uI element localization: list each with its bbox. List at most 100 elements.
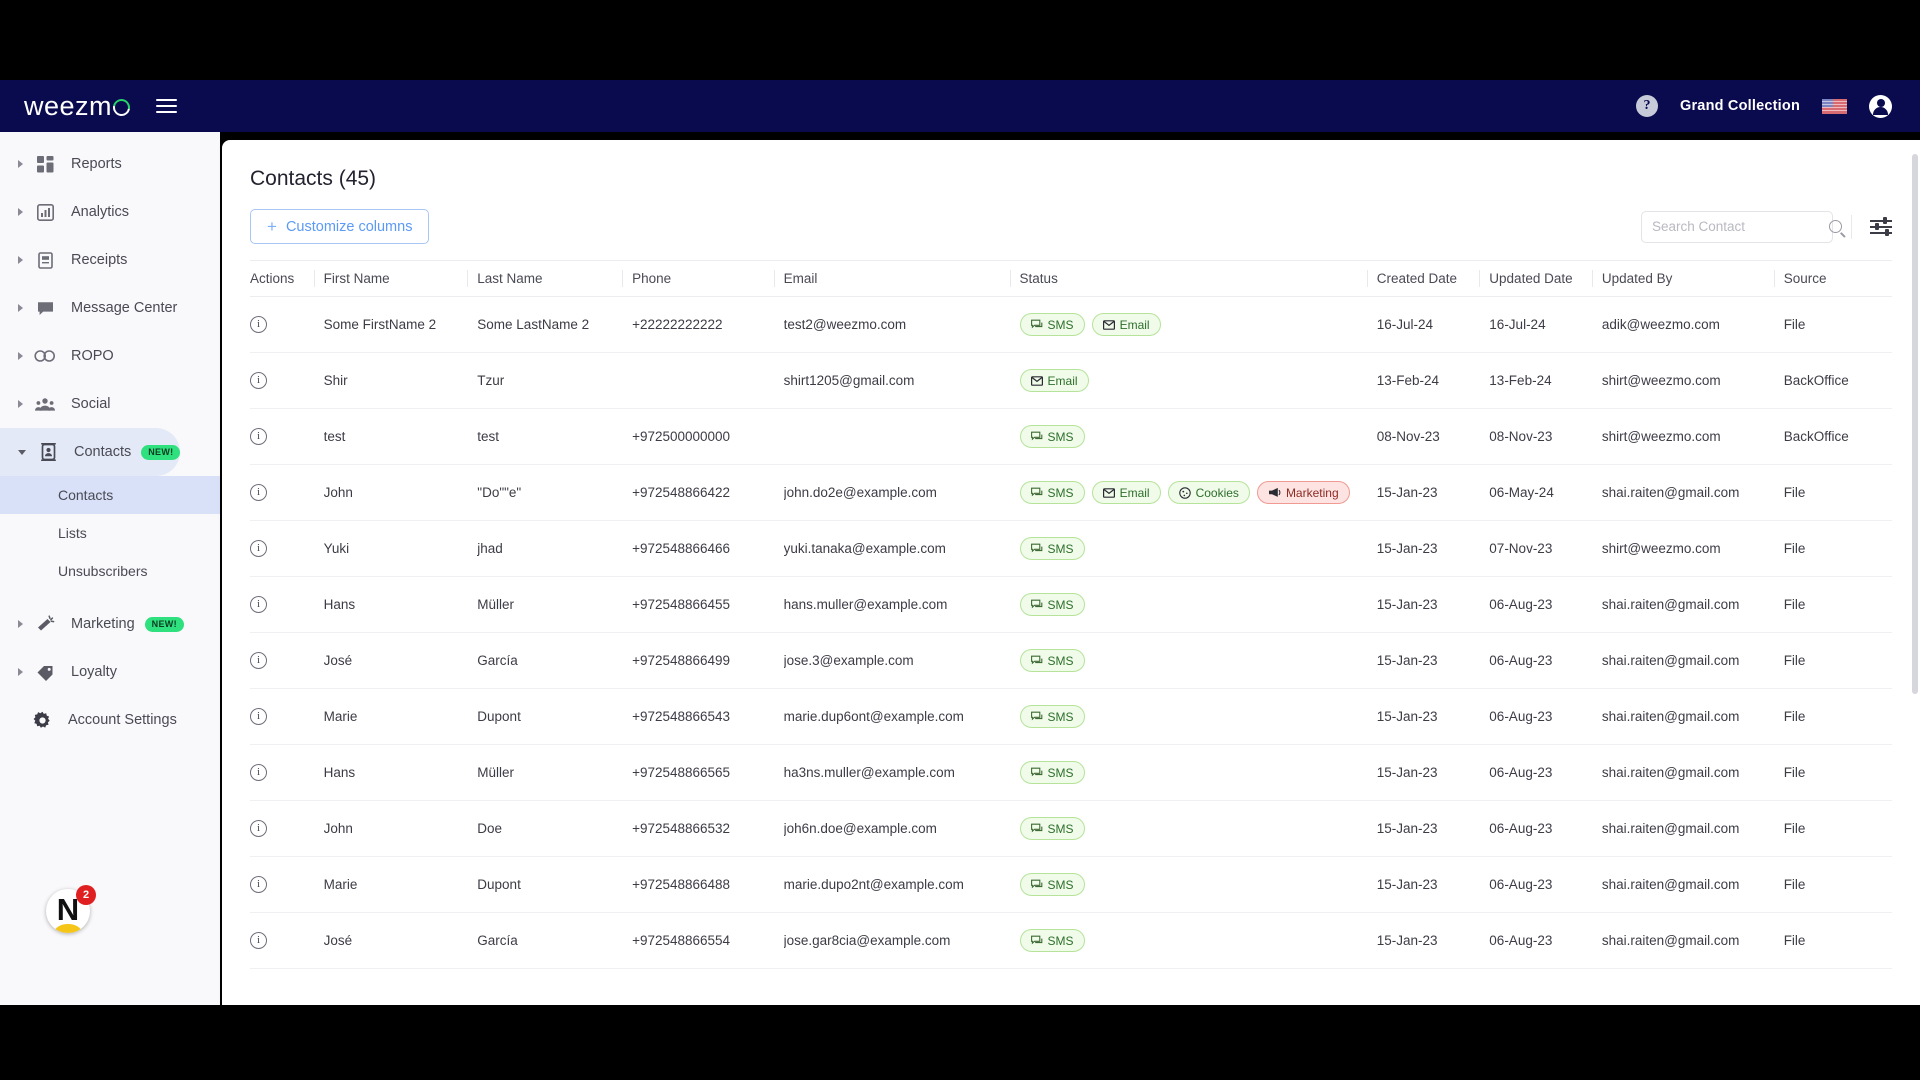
cell-email: shirt1205@gmail.com <box>783 352 1020 409</box>
account-name[interactable]: Grand Collection <box>1680 98 1800 114</box>
info-icon[interactable]: i <box>250 540 267 557</box>
info-icon[interactable]: i <box>250 764 267 781</box>
user-avatar-icon[interactable] <box>1869 94 1892 118</box>
chevron-right-icon <box>18 352 23 360</box>
column-header-updated[interactable]: Updated Date <box>1479 260 1602 297</box>
cell-source: File <box>1783 296 1892 353</box>
column-header-status[interactable]: Status <box>1009 260 1377 297</box>
cell-last-name: Dupont <box>477 856 633 913</box>
info-icon[interactable]: i <box>250 708 267 725</box>
sidebar-subitem-lists[interactable]: Lists <box>0 514 220 552</box>
cell-first-name: José <box>323 632 478 689</box>
sidebar-item-reports[interactable]: Reports <box>0 140 220 188</box>
header-right-group: ? Grand Collection <box>1635 94 1892 118</box>
table-row[interactable]: i Marie Dupont +972548866488 marie.dupo2nt@e… <box>250 856 1892 913</box>
table-row[interactable]: i Hans Müller +972548866565 ha3ns.muller@exa… <box>250 744 1892 801</box>
table-row[interactable]: i test test +972500000000 SMS 08-Nov-23 08-Nov… <box>250 408 1892 465</box>
sidebar-item-account-settings[interactable]: Account Settings <box>0 696 220 744</box>
hamburger-menu-icon[interactable] <box>156 99 178 113</box>
cell-source: File <box>1783 856 1892 913</box>
app-header: weezm ? Grand Collection <box>0 80 1920 132</box>
column-header-source[interactable]: Source <box>1773 260 1892 297</box>
search-input[interactable] <box>1652 219 1829 234</box>
new-badge: NEW! <box>141 444 181 460</box>
cell-phone: +972548866532 <box>632 800 784 857</box>
info-icon[interactable]: i <box>250 372 267 389</box>
table-row[interactable]: i Shir Tzur shirt1205@gmail.com Email 13-Feb-… <box>250 352 1892 409</box>
cell-phone: +972548866499 <box>632 632 784 689</box>
table-row[interactable]: i Marie Dupont +972548866543 marie.dup6ont@e… <box>250 688 1892 745</box>
info-icon[interactable]: i <box>250 316 267 333</box>
cell-created-date: 15-Jan-23 <box>1376 800 1490 857</box>
search-contact-box[interactable] <box>1641 210 1842 243</box>
notion-app-dock[interactable]: N 2 <box>46 885 96 933</box>
customize-columns-label: Customize columns <box>285 218 413 235</box>
row-actions-cell: i <box>250 744 324 801</box>
column-header-updated-by[interactable]: Updated By <box>1591 260 1784 297</box>
table-row[interactable]: i Some FirstName 2 Some LastName 2 +2222222… <box>250 296 1892 353</box>
info-icon[interactable]: i <box>250 652 267 669</box>
sidebar-subitem-unsubscribers[interactable]: Unsubscribers <box>0 552 220 590</box>
info-icon[interactable]: i <box>250 428 267 445</box>
sidebar-item-marketing[interactable]: Marketing NEW! <box>0 600 220 648</box>
row-actions-cell: i <box>250 800 324 857</box>
column-header-created[interactable]: Created Date <box>1366 260 1490 297</box>
filter-sliders-icon[interactable] <box>1870 217 1892 236</box>
sidebar-item-contacts[interactable]: Contacts NEW! <box>0 428 181 476</box>
cell-phone: +972548866422 <box>632 464 784 521</box>
cell-updated-by: shai.raiten@gmail.com <box>1601 800 1784 857</box>
column-header-actions[interactable]: Actions <box>250 260 324 297</box>
scrollbar-thumb[interactable] <box>1912 154 1918 694</box>
sidebar-item-ropo[interactable]: ROPO <box>0 332 220 380</box>
info-icon[interactable]: i <box>250 932 267 949</box>
weezmo-logo[interactable]: weezm <box>24 92 134 120</box>
table-row[interactable]: i Hans Müller +972548866455 hans.muller@exam… <box>250 576 1892 633</box>
sidebar-item-loyalty[interactable]: Loyalty <box>0 648 220 696</box>
cell-created-date: 13-Feb-24 <box>1376 352 1490 409</box>
info-icon[interactable]: i <box>250 596 267 613</box>
status-badge: SMS <box>1019 929 1085 952</box>
sidebar-item-receipts[interactable]: Receipts <box>0 236 220 284</box>
cell-email: test2@weezmo.com <box>783 296 1020 353</box>
status-badge: SMS <box>1019 481 1085 504</box>
table-row[interactable]: i José García +972548866554 jose.gar8cia@exa… <box>250 912 1892 969</box>
search-icon[interactable] <box>1829 220 1842 233</box>
page-scrollbar[interactable] <box>1912 140 1918 1005</box>
table-row[interactable]: i Yuki jhad +972548866466 yuki.tanaka@exampl… <box>250 520 1892 577</box>
sidebar-item-analytics[interactable]: Analytics <box>0 188 220 236</box>
cell-last-name: test <box>477 408 633 465</box>
column-header-phone[interactable]: Phone <box>622 260 784 297</box>
status-chip-group: SMS <box>1019 873 1377 896</box>
table-row[interactable]: i José García +972548866499 jose.3@example.c… <box>250 632 1892 689</box>
column-header-first-name[interactable]: First Name <box>313 260 478 297</box>
us-flag-icon[interactable] <box>1822 98 1847 114</box>
column-header-last-name[interactable]: Last Name <box>467 260 633 297</box>
info-icon[interactable]: i <box>250 876 267 893</box>
cell-source: File <box>1783 744 1892 801</box>
cell-updated-date: 16-Jul-24 <box>1489 296 1602 353</box>
cell-last-name: Some LastName 2 <box>477 296 633 353</box>
cell-created-date: 15-Jan-23 <box>1376 632 1490 689</box>
row-actions-cell: i <box>250 912 324 969</box>
cell-first-name: John <box>323 800 478 857</box>
status-chip-group: SMS <box>1019 761 1377 784</box>
table-row[interactable]: i John Doe +972548866532 joh6n.doe@example.c… <box>250 800 1892 857</box>
help-question-icon[interactable]: ? <box>1635 95 1658 117</box>
gear-icon <box>30 709 54 731</box>
marketing-megaphone-icon <box>33 613 57 635</box>
info-icon[interactable]: i <box>250 484 267 501</box>
table-row[interactable]: i John "Do""e" +972548866422 john.do2e@examp… <box>250 464 1892 521</box>
cell-source: File <box>1783 464 1892 521</box>
customize-columns-button[interactable]: + Customize columns <box>250 209 430 244</box>
sidebar-subitem-contacts[interactable]: Contacts <box>0 476 220 514</box>
info-icon[interactable]: i <box>250 820 267 837</box>
toolbar-right-group <box>1641 210 1892 243</box>
column-header-email[interactable]: Email <box>773 260 1020 297</box>
sidebar-item-social[interactable]: Social <box>0 380 220 428</box>
cell-status: SMS <box>1019 912 1377 969</box>
cell-last-name: Müller <box>477 744 633 801</box>
sidebar-item-message-center[interactable]: Message Center <box>0 284 220 332</box>
loyalty-tag-icon <box>33 661 57 683</box>
chevron-right-icon <box>18 304 23 312</box>
cell-email: ha3ns.muller@example.com <box>783 744 1020 801</box>
